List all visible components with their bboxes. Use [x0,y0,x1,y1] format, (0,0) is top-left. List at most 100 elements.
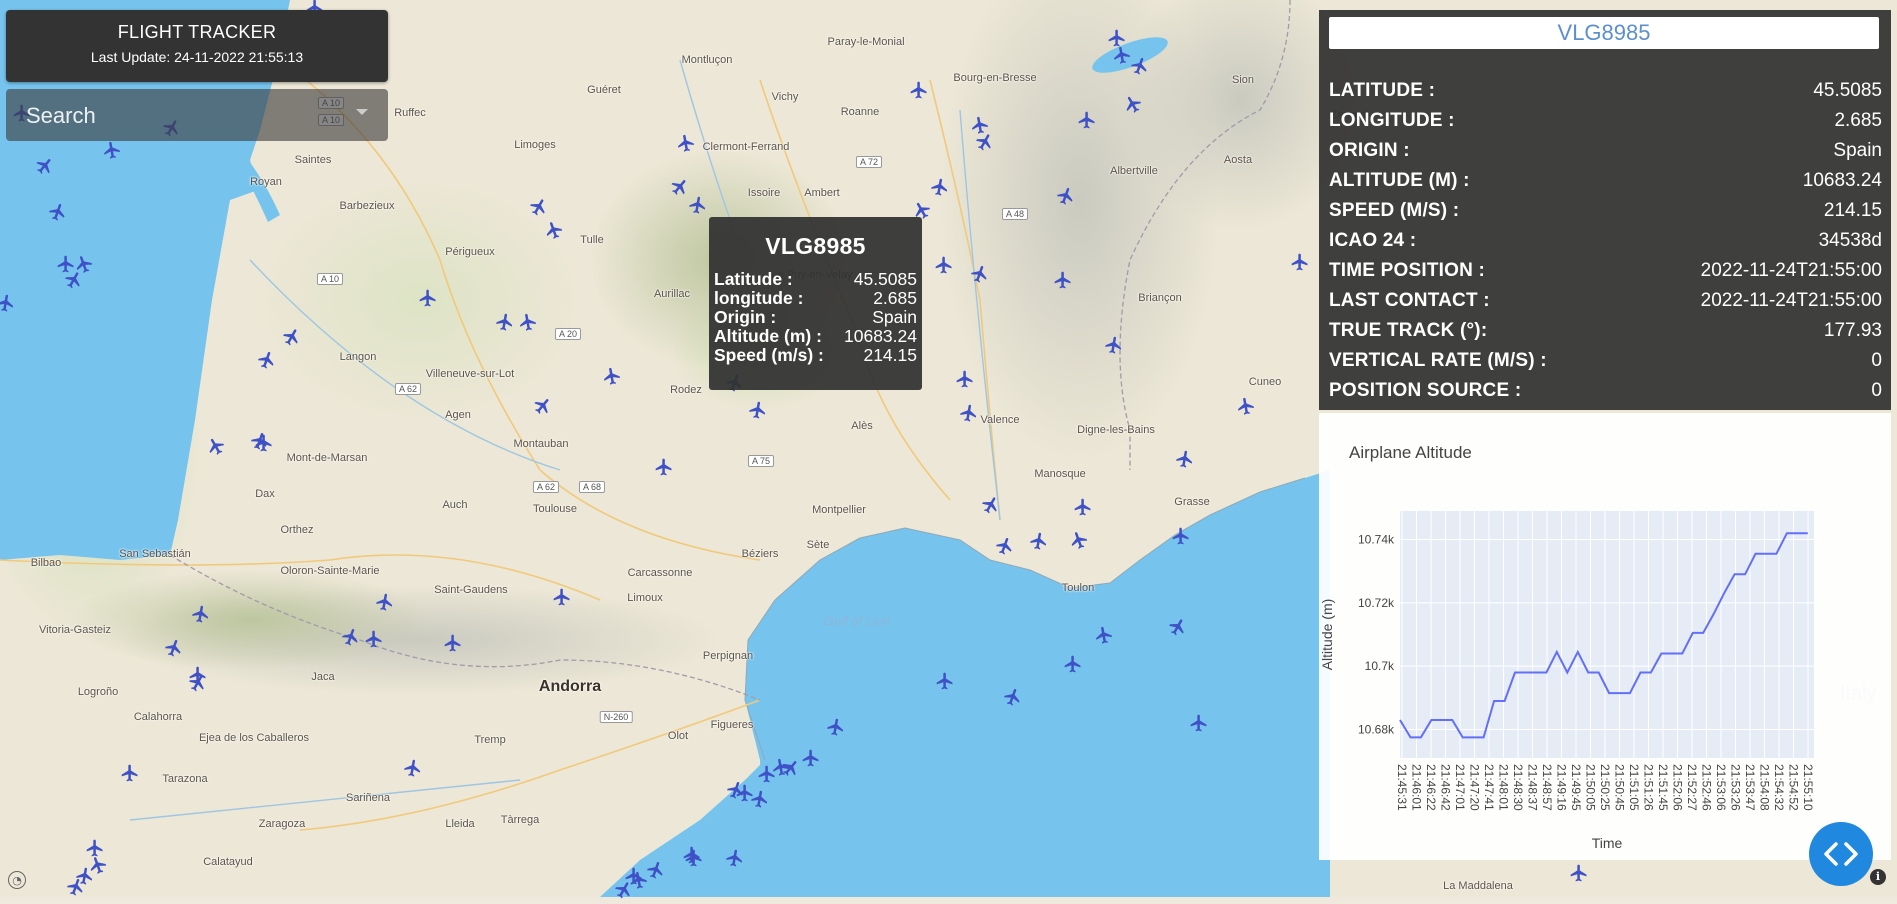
airplane-icon[interactable] [1056,186,1076,206]
map-label: Sion [1231,74,1255,86]
map-label: Montauban [513,438,569,450]
airplane-icon[interactable] [418,288,438,308]
map-label: Olot [667,730,689,742]
altitude-chart-svg[interactable]: 21:45:31 21:46:01 21:46:22 21:46:42 21:47:01… [1319,413,1891,860]
x-tick-label: 21:50:25 [1598,764,1612,811]
airplane-icon[interactable] [120,763,140,783]
airplane-icon[interactable] [935,671,955,691]
map-label: Sariñena [345,792,391,804]
airplane-icon[interactable] [975,132,995,152]
airplane-icon[interactable] [1123,94,1143,114]
airplane-icon[interactable] [188,673,208,693]
airplane-icon[interactable] [725,848,745,868]
panel-toggle-button[interactable] [1809,822,1873,886]
airplane-icon[interactable] [955,369,975,389]
airplane-icon[interactable] [676,133,696,153]
airplane-icon[interactable] [206,436,226,456]
x-tick-label: 21:47:41 [1482,764,1496,811]
airplane-icon[interactable] [688,195,708,215]
airplane-icon[interactable] [191,604,211,624]
search-box[interactable] [6,89,388,141]
airplane-icon[interactable] [934,255,954,275]
airplane-icon[interactable] [1171,526,1191,546]
airplane-icon[interactable] [403,758,423,778]
airplane-icon[interactable] [364,629,384,649]
map-label: Aurillac [653,288,691,300]
airplane-icon[interactable] [552,587,572,607]
airplane-icon[interactable] [250,431,270,451]
flight-popup: VLG8985 Latitude :45.5085 longitude :2.6… [709,217,922,390]
x-axis-title: Time [1592,835,1623,851]
airplane-icon[interactable] [341,627,361,647]
airplane-icon[interactable] [64,270,84,290]
x-tick-label: 21:48:30 [1511,764,1525,811]
chevron-down-icon[interactable] [356,109,368,115]
airplane-icon[interactable] [533,396,553,416]
airplane-icon[interactable] [1073,497,1093,517]
airplane-icon[interactable] [518,312,538,332]
airplane-icon[interactable] [682,845,702,865]
airplane-icon[interactable] [670,177,690,197]
airplane-icon[interactable] [602,366,622,386]
airplane-icon[interactable] [1063,654,1083,674]
airplane-icon[interactable] [1104,335,1124,355]
airplane-icon[interactable] [1077,110,1097,130]
airplane-icon[interactable] [1236,396,1256,416]
airplane-icon[interactable] [88,855,108,875]
airplane-icon[interactable] [826,717,846,737]
airplane-icon[interactable] [735,783,755,803]
airplane-icon[interactable] [909,80,929,100]
airplane-icon[interactable] [282,327,302,347]
airplane-icon[interactable] [495,312,515,332]
map-label: Jaca [311,671,335,683]
airplane-icon[interactable] [1168,617,1188,637]
airplane-icon[interactable] [0,293,16,313]
airplane-icon[interactable] [164,638,184,658]
x-tick-label: 21:48:57 [1540,764,1554,811]
airplane-icon[interactable] [443,633,463,653]
altitude-chart[interactable]: Airplane Altitude 21:45:31 21:46:01 21:46:… [1319,413,1891,860]
airplane-icon[interactable] [654,457,674,477]
map-label: Digne-les-Bains [1077,424,1155,436]
airplane-icon[interactable] [529,197,549,217]
map-label: Saintes [294,154,332,166]
map-label: Toulouse [532,503,578,515]
airplane-icon[interactable] [1290,252,1310,272]
airplane-icon[interactable] [257,350,277,370]
mapbox-logo-icon[interactable]: ◔ [8,871,26,889]
map-label: Valence [980,414,1020,426]
airplane-icon[interactable] [970,264,990,284]
airplane-icon[interactable] [544,220,564,240]
airplane-icon[interactable] [1053,270,1073,290]
map-label: Bourg-en-Bresse [953,72,1037,84]
airplane-icon[interactable] [1569,863,1589,883]
airplane-icon[interactable] [48,202,68,222]
map-label: Carcassonne [627,567,693,579]
airplane-icon[interactable] [375,592,395,612]
airplane-icon[interactable] [981,495,1001,515]
map-label: Issoire [747,187,781,199]
map-label: Auch [442,499,468,511]
attribution-info-icon[interactable]: i [1870,869,1886,885]
airplane-icon[interactable] [646,860,666,880]
airplane-icon[interactable] [930,177,950,197]
airplane-icon[interactable] [1175,449,1195,469]
airplane-icon[interactable] [771,757,791,777]
airplane-icon[interactable] [614,880,634,900]
road-shield: A 48 [1001,208,1029,220]
search-input[interactable] [24,99,308,133]
airplane-icon[interactable] [35,156,55,176]
airplane-icon[interactable] [959,403,979,423]
airplane-icon[interactable] [1003,687,1023,707]
x-tick-label: 21:45:31 [1395,764,1409,811]
airplane-icon[interactable] [102,140,122,160]
airplane-icon[interactable] [995,536,1015,556]
airplane-icon[interactable] [748,400,768,420]
airplane-icon[interactable] [1112,45,1132,65]
airplane-icon[interactable] [1029,531,1049,551]
airplane-icon[interactable] [1189,713,1209,733]
info-row-vertical-rate: VERTICAL RATE (M/S) :0 [1329,350,1882,371]
airplane-icon[interactable] [1069,530,1089,550]
airplane-icon[interactable] [1130,56,1150,76]
airplane-icon[interactable] [1094,625,1114,645]
